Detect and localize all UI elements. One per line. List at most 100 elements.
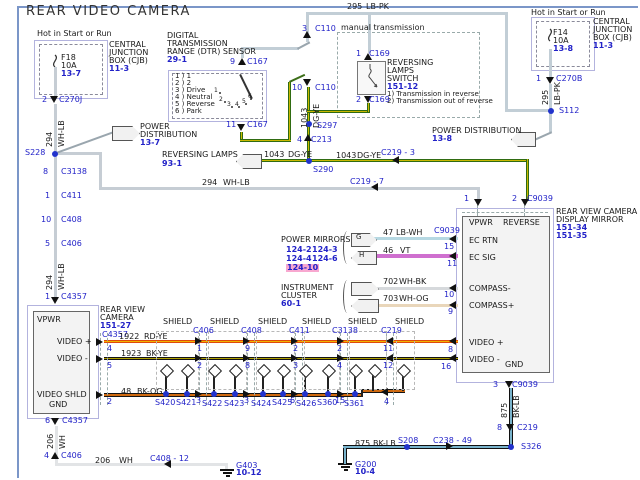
splice-s422-label[interactable]: S422 <box>202 400 222 408</box>
connector-c169[interactable]: C169 <box>369 50 390 58</box>
wire-47-color: LB-WH <box>396 229 422 237</box>
connector-dash-line <box>254 333 255 405</box>
inline-connector-c219-3[interactable]: C219 - 3 <box>381 149 415 157</box>
connector-c411[interactable]: C411 <box>289 327 310 335</box>
splice-dot <box>548 108 554 114</box>
splice-s420-label[interactable]: S420 <box>155 399 175 407</box>
splice-s112-label[interactable]: S112 <box>559 107 579 115</box>
wire-segment <box>55 463 228 466</box>
connector-c4357[interactable]: C4357 <box>61 293 87 301</box>
wire-segment <box>54 152 101 155</box>
pin-4-c406: 4 <box>44 452 49 460</box>
wire-875-color: BK-LB <box>513 395 521 418</box>
splice-s423-label[interactable]: S423 <box>224 400 244 408</box>
splice-s228-label[interactable]: S228 <box>25 149 45 157</box>
shield-dashed-box <box>349 331 387 390</box>
connector-c4357[interactable]: C4357 <box>62 417 88 425</box>
wire-segment <box>374 237 458 240</box>
power-mirrors-ref-124-2[interactable]: 124-2 <box>286 246 312 254</box>
splice-s208-label[interactable]: S208 <box>398 437 418 445</box>
ground-g200-ref[interactable]: 10-4 <box>355 468 375 476</box>
power-distribution-13-8-ref[interactable]: 13-8 <box>432 135 452 143</box>
power-mirrors-ref-124-4[interactable]: 124-4 <box>286 255 312 263</box>
wire-295-number: 295 <box>542 90 550 105</box>
camera-ref[interactable]: 151-27 <box>100 322 131 330</box>
dtr-switch-pos-5: 5 <box>242 99 246 105</box>
pin-8-c219: 8 <box>497 424 502 432</box>
splice-s361-label[interactable]: S361 <box>344 400 364 408</box>
wire-703-number: 703 <box>383 295 398 303</box>
pin-arrow-icon <box>449 337 456 345</box>
connector-dash-line <box>347 333 348 405</box>
fuse-f18-page-ref[interactable]: 13-7 <box>61 70 81 78</box>
splice-dot <box>184 391 190 397</box>
power-mirrors-ref-124-6[interactable]: 124-6 <box>312 255 338 263</box>
splice-s290-label[interactable]: S290 <box>313 166 333 174</box>
connector-c408[interactable]: C408 <box>241 327 262 335</box>
ground-g403-ref[interactable]: 10-12 <box>236 469 262 477</box>
connector-c167[interactable]: C167 <box>247 58 268 66</box>
wire-206-number: 206 <box>95 457 110 465</box>
splice-s326-label[interactable]: S326 <box>521 443 541 451</box>
splice-s425-label[interactable]: S425 <box>272 399 292 407</box>
connector-c406[interactable]: C406 <box>61 452 82 460</box>
connector-c406[interactable]: C406 <box>193 327 214 335</box>
inline-connector-c219-7[interactable]: C219 - 7 <box>350 178 384 186</box>
pin-3-c408-drain: 3 <box>244 397 249 405</box>
connector-c9039[interactable]: C9039 <box>527 195 553 203</box>
mirror-ref-2[interactable]: 151-35 <box>556 232 587 240</box>
connector-c270j[interactable]: C270J <box>59 96 82 104</box>
splice-s297-label[interactable]: S297 <box>317 122 337 130</box>
pin-4-c219-drain: 4 <box>384 398 389 406</box>
wire-segment <box>306 12 508 15</box>
wire-875-color: BK-LB <box>373 440 396 448</box>
pin-arrow-icon <box>51 297 59 304</box>
power-mirrors-label: POWER MIRRORS <box>281 236 351 244</box>
connector-c219[interactable]: C219 <box>381 327 402 335</box>
fuse-f14-page-ref[interactable]: 13-8 <box>553 45 573 53</box>
splice-dot <box>302 391 308 397</box>
reversing-lamps-ref[interactable]: 93-1 <box>162 160 182 168</box>
splice-s421-label[interactable]: S421 <box>176 399 196 407</box>
connector-c169[interactable]: C169 <box>369 96 390 104</box>
cjb-right-page-ref[interactable]: 11-3 <box>593 42 613 50</box>
connector-c408[interactable]: C408 <box>61 216 82 224</box>
dtr-page-ref[interactable]: 29-1 <box>167 56 187 64</box>
connector-c406[interactable]: C406 <box>61 240 82 248</box>
wire-46-color: VT <box>400 247 410 255</box>
connector-c213[interactable]: C213 <box>311 136 332 144</box>
inline-connector-c408-12[interactable]: C408 - 12 <box>150 455 189 463</box>
pin-4-c3138: 4 <box>337 362 342 370</box>
connector-c411[interactable]: C411 <box>61 192 82 200</box>
splice-s424-label[interactable]: S424 <box>251 400 271 408</box>
splice-s426-label[interactable]: S426 <box>296 400 316 408</box>
pin-2-c411: 2 <box>293 345 298 353</box>
wire-segment <box>549 49 552 77</box>
splice-dot <box>52 151 58 157</box>
pin-arrow-icon <box>238 58 246 65</box>
pin-1-c270b: 1 <box>536 75 541 83</box>
pin-2-c4357: 2 <box>107 398 112 406</box>
connector-c110[interactable]: C110 <box>315 84 336 92</box>
power-mirrors-ref-124-3[interactable]: 124-3 <box>312 246 338 254</box>
ground-g403-icon <box>223 472 232 474</box>
connector-c3138[interactable]: C3138 <box>61 168 87 176</box>
connector-c3138[interactable]: C3138 <box>332 327 358 335</box>
page-border-left <box>17 6 19 478</box>
connector-c110[interactable]: C110 <box>315 25 336 33</box>
connector-c219[interactable]: C219 <box>517 424 538 432</box>
connector-c9039[interactable]: C9039 <box>512 381 538 389</box>
power-distribution-13-7-ref[interactable]: 13-7 <box>140 139 160 147</box>
connector-dash-line <box>206 333 207 405</box>
cjb-left-page-ref[interactable]: 11-3 <box>109 65 129 73</box>
inline-connector-c238-49[interactable]: C238 - 49 <box>433 437 472 445</box>
connector-c167[interactable]: C167 <box>247 121 268 129</box>
instrument-cluster-ref[interactable]: 60-1 <box>281 300 301 308</box>
pin-arrow-icon <box>381 388 388 396</box>
splice-s360-label[interactable]: S360 <box>317 399 337 407</box>
splice-dot <box>260 391 266 397</box>
power-mirrors-ref-124-10[interactable]: 124-10 <box>286 264 319 272</box>
connector-c9039[interactable]: C9039 <box>434 227 460 235</box>
pin-15-c9039: 15 <box>444 243 454 251</box>
ground-g403-icon <box>220 469 234 471</box>
